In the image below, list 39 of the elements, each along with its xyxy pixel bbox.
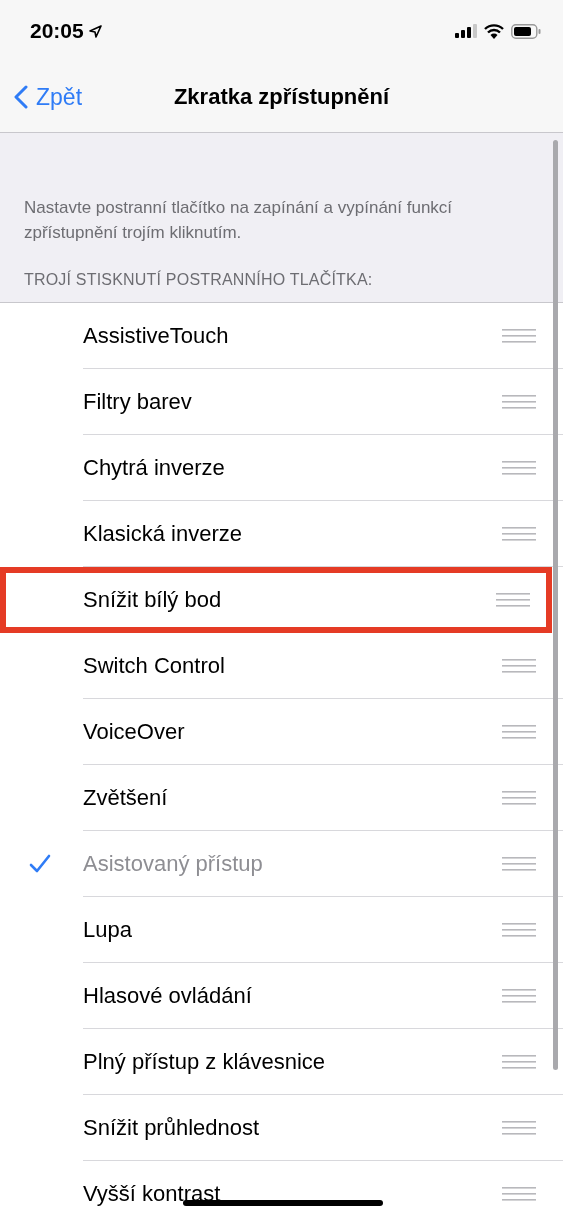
reorder-handle-icon[interactable] xyxy=(496,593,530,607)
reorder-handle-icon[interactable] xyxy=(502,922,536,937)
reorder-handle-icon[interactable] xyxy=(502,460,536,475)
reorder-handle-icon[interactable] xyxy=(502,1186,536,1201)
nav-title: Zkratka zpřístupnění xyxy=(173,84,390,110)
signal-icon xyxy=(455,24,477,38)
option-label: Lupa xyxy=(83,916,132,943)
section-header: TROJÍ STISKNUTÍ POSTRANNÍHO TLAČÍTKA: xyxy=(24,271,374,289)
wifi-icon xyxy=(484,23,504,39)
location-arrow-icon xyxy=(88,24,102,38)
back-button[interactable]: Zpět xyxy=(0,83,83,111)
option-label: Chytrá inverze xyxy=(83,454,225,481)
status-time: 20:05 xyxy=(30,19,84,43)
option-label: Zvětšení xyxy=(83,784,168,811)
option-label: Filtry barev xyxy=(83,388,192,415)
option-label: VoiceOver xyxy=(83,718,185,745)
option-label: Snížit průhlednost xyxy=(83,1114,260,1141)
option-label: Vyšší kontrast xyxy=(83,1180,221,1207)
reorder-handle-icon[interactable] xyxy=(502,1120,536,1135)
option-label: AssistiveTouch xyxy=(83,322,229,349)
option-label: Plný přístup z klávesnice xyxy=(83,1048,326,1075)
battery-icon xyxy=(511,23,541,39)
list-row[interactable]: Snížit bílý bod xyxy=(0,567,552,633)
reorder-handle-icon[interactable] xyxy=(502,1054,536,1069)
option-label: Asistovaný přístup xyxy=(83,850,263,877)
reorder-handle-icon[interactable] xyxy=(502,658,536,673)
reorder-handle-icon[interactable] xyxy=(502,790,536,805)
reorder-handle-icon[interactable] xyxy=(502,526,536,541)
chevron-left-icon xyxy=(14,85,28,109)
option-label: Switch Control xyxy=(83,652,225,679)
option-label: Klasická inverze xyxy=(83,520,242,547)
reorder-handle-icon[interactable] xyxy=(502,394,536,409)
option-label: Snížit bílý bod xyxy=(83,587,222,613)
description-text: Nastavte postranní tlačítko na zapínání a vypínání funkcí zpřístupnění trojím kliknutím. xyxy=(24,197,454,244)
reorder-handle-icon[interactable] xyxy=(502,724,536,739)
option-label: Hlasové ovládání xyxy=(83,982,252,1009)
reorder-handle-icon[interactable] xyxy=(502,988,536,1003)
reorder-handle-icon[interactable] xyxy=(502,328,536,343)
list-row[interactable]: Snížit průhlednost xyxy=(0,1095,563,1161)
